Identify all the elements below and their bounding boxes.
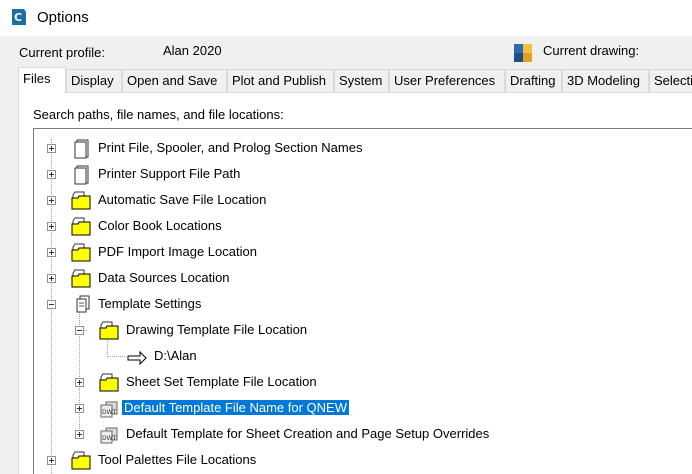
tree-item[interactable]: Sheet Set Template File Location	[34, 371, 692, 393]
tab-open-and-save[interactable]: Open and Save	[122, 69, 227, 92]
expand-icon[interactable]	[47, 170, 56, 179]
current-drawing-label: Current drawing:	[543, 43, 640, 58]
tree-item-label: Template Settings	[98, 296, 202, 311]
tree-item[interactable]: Printer Support File Path	[34, 163, 692, 185]
svg-text:DWT: DWT	[102, 409, 117, 416]
tree-item-template-settings[interactable]: Template Settings	[34, 293, 692, 315]
tree-item[interactable]: PDF Import Image Location	[34, 241, 692, 263]
folder-icon	[71, 451, 91, 470]
arrow-icon	[127, 350, 147, 366]
tab-drafting[interactable]: Drafting	[505, 69, 562, 92]
template-file-icon: DWT	[100, 401, 118, 418]
template-file-icon: DWT	[100, 427, 118, 444]
file-locations-tree[interactable]: Print File, Spooler, and Prolog Section …	[33, 128, 692, 474]
tree-item[interactable]: Automatic Save File Location	[34, 189, 692, 211]
tab-system[interactable]: System	[334, 69, 389, 92]
autocad-app-icon: C	[12, 9, 26, 25]
tree-item-label: Default Template for Sheet Creation and …	[126, 426, 490, 441]
tree-item[interactable]: Drawing Template File Location	[34, 319, 692, 341]
tree-item-label: Sheet Set Template File Location	[126, 374, 317, 389]
window-title: Options	[37, 9, 89, 26]
tree-item-label: PDF Import Image Location	[98, 244, 257, 259]
folder-icon	[71, 269, 91, 288]
current-profile-label: Current profile:	[19, 45, 105, 60]
expand-icon[interactable]	[75, 378, 84, 387]
profile-row: Current profile: Alan 2020 Current drawi…	[0, 43, 692, 65]
collapse-icon[interactable]	[47, 300, 56, 309]
tree-item-label: D:\Alan	[154, 348, 197, 363]
tree-item-label: Color Book Locations	[98, 218, 222, 233]
file-icon	[74, 165, 89, 185]
svg-text:DWT: DWT	[102, 435, 117, 442]
expand-icon[interactable]	[75, 404, 84, 413]
tab-selection[interactable]: Selection	[649, 69, 692, 92]
expand-icon[interactable]	[75, 430, 84, 439]
svg-text:C: C	[14, 11, 22, 24]
expand-icon[interactable]	[47, 144, 56, 153]
drawing-icon	[514, 44, 532, 62]
tree-item[interactable]: Tool Palettes File Locations	[34, 449, 692, 471]
tree-item-label: Drawing Template File Location	[126, 322, 308, 337]
tab-strip: Files Display Open and Save Plot and Pub…	[18, 67, 692, 93]
folder-icon	[71, 217, 91, 236]
folder-icon	[71, 243, 91, 262]
folder-icon	[99, 373, 119, 392]
tree-item-label: Data Sources Location	[98, 270, 230, 285]
tab-3d-modeling[interactable]: 3D Modeling	[562, 69, 649, 92]
folder-icon	[99, 321, 119, 340]
tree-item[interactable]: Data Sources Location	[34, 267, 692, 289]
tree-item-label: Printer Support File Path	[98, 166, 241, 181]
collapse-icon[interactable]	[75, 326, 84, 335]
tab-display[interactable]: Display	[66, 69, 122, 92]
tab-files[interactable]: Files	[18, 67, 66, 93]
tree-item[interactable]: Color Book Locations	[34, 215, 692, 237]
folder-icon	[71, 191, 91, 210]
tree-item-label: Automatic Save File Location	[98, 192, 267, 207]
files-panel: Search paths, file names, and file locat…	[18, 92, 692, 474]
file-icon	[74, 139, 89, 159]
search-paths-label: Search paths, file names, and file locat…	[33, 107, 284, 122]
title-bar: C Options	[0, 0, 692, 36]
expand-icon[interactable]	[47, 248, 56, 257]
tree-item[interactable]: DWT Default Template File Name for QNEW	[34, 397, 692, 419]
current-profile-value: Alan 2020	[163, 43, 222, 58]
expand-icon[interactable]	[47, 274, 56, 283]
tree-item[interactable]: DWT Default Template for Sheet Creation …	[34, 423, 692, 445]
tree-item-label: Print File, Spooler, and Prolog Section …	[98, 140, 363, 155]
tab-plot-and-publish[interactable]: Plot and Publish	[227, 69, 334, 92]
expand-icon[interactable]	[47, 222, 56, 231]
expand-icon[interactable]	[47, 456, 56, 465]
documents-icon	[76, 295, 90, 313]
tree-item[interactable]: Print File, Spooler, and Prolog Section …	[34, 137, 692, 159]
tree-item[interactable]: D:\Alan	[34, 345, 692, 367]
tree-item-label: Default Template File Name for QNEW	[122, 400, 349, 415]
tab-user-preferences[interactable]: User Preferences	[389, 69, 505, 92]
expand-icon[interactable]	[47, 196, 56, 205]
tree-item-label: Tool Palettes File Locations	[98, 452, 257, 467]
